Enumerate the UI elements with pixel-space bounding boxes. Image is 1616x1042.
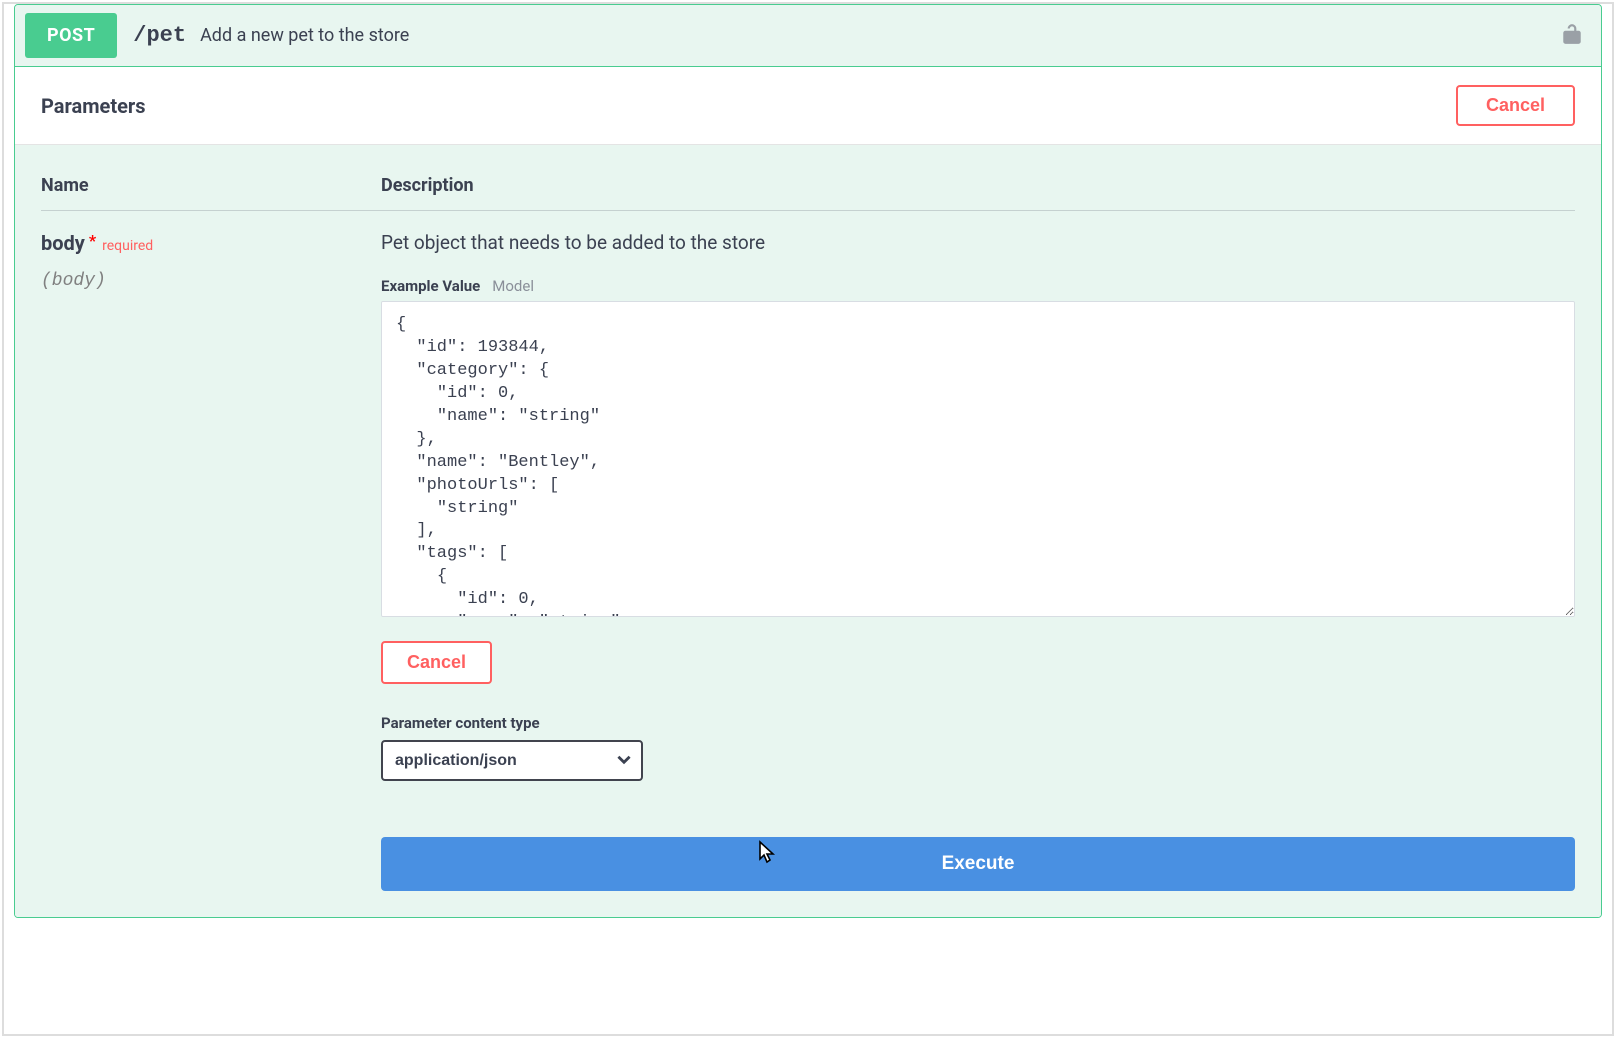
parameter-description: Pet object that needs to be added to the… xyxy=(381,231,1575,254)
request-body-textarea[interactable] xyxy=(381,301,1575,617)
cancel-button[interactable]: Cancel xyxy=(1456,85,1575,126)
content-type-select[interactable]: application/json xyxy=(381,740,643,781)
parameter-row: body* required (body) Pet object that ne… xyxy=(41,231,1575,891)
column-header-description: Description xyxy=(381,175,1575,196)
tab-model[interactable]: Model xyxy=(492,277,534,295)
parameter-name: body xyxy=(41,231,85,255)
cancel-body-button[interactable]: Cancel xyxy=(381,641,492,684)
unlock-icon[interactable] xyxy=(1561,22,1583,50)
required-label: required xyxy=(102,238,153,254)
endpoint-summary: Add a new pet to the store xyxy=(200,25,409,46)
column-header-name: Name xyxy=(41,175,381,196)
parameters-title: Parameters xyxy=(41,94,145,118)
parameters-body: Name Description body* required (body) P… xyxy=(15,145,1601,917)
content-type-label: Parameter content type xyxy=(381,714,1575,732)
http-method-badge: POST xyxy=(25,13,117,58)
parameters-header: Parameters Cancel xyxy=(15,67,1601,145)
required-star: * xyxy=(89,231,96,250)
content-type-select-wrapper: application/json xyxy=(381,740,643,781)
operation-summary[interactable]: POST /pet Add a new pet to the store xyxy=(15,5,1601,67)
tab-example-value[interactable]: Example Value xyxy=(381,277,480,295)
execute-button[interactable]: Execute xyxy=(381,837,1575,891)
endpoint-path: /pet xyxy=(133,23,186,48)
operation-block: POST /pet Add a new pet to the store Par… xyxy=(14,4,1602,918)
parameter-location: (body) xyxy=(41,271,381,291)
